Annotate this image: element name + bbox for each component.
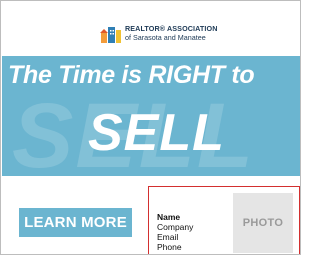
hero-headline: The Time is RIGHT to bbox=[8, 61, 255, 89]
agent-name: Name bbox=[157, 212, 181, 222]
agent-photo-placeholder: PHOTO bbox=[233, 193, 293, 253]
agent-info: Name Company Email Phone bbox=[157, 212, 193, 252]
ad-banner[interactable]: REALTOR® ASSOCIATION of Sarasota and Man… bbox=[0, 0, 301, 255]
agent-company: Company bbox=[157, 222, 194, 232]
logo-title: REALTOR® ASSOCIATION bbox=[125, 23, 218, 33]
agent-card: Name Company Email Phone PHOTO bbox=[148, 186, 300, 254]
learn-more-button[interactable]: LEARN MORE bbox=[19, 208, 132, 237]
house-building-icon bbox=[100, 27, 121, 43]
agent-email: Email bbox=[157, 232, 179, 242]
hero-big-word: SELL bbox=[88, 104, 225, 162]
hero-banner: SELL The Time is RIGHT to SELL bbox=[2, 56, 300, 176]
agent-phone: Phone bbox=[157, 242, 182, 252]
association-logo: REALTOR® ASSOCIATION of Sarasota and Man… bbox=[100, 22, 217, 44]
logo-subtitle: of Sarasota and Manatee bbox=[125, 33, 206, 42]
